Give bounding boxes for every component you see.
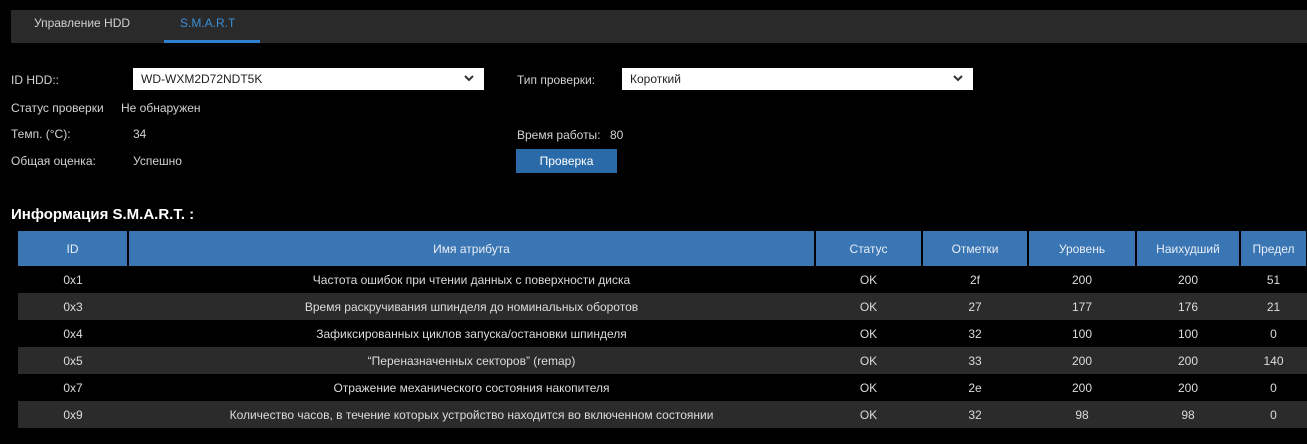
- cell-worst: 200: [1136, 266, 1240, 293]
- cell-attribute: Время раскручивания шпинделя до номиналь…: [128, 293, 815, 320]
- cell-id: 0x5: [18, 347, 128, 374]
- cell-marks: 2e: [922, 374, 1028, 401]
- cell-threshold: 21: [1240, 293, 1307, 320]
- cell-level: 200: [1028, 347, 1136, 374]
- cell-level: 200: [1028, 266, 1136, 293]
- cell-id: 0x1: [18, 266, 128, 293]
- cell-level: 177: [1028, 293, 1136, 320]
- cell-attribute: Отражение механического состояния накопи…: [128, 374, 815, 401]
- cell-threshold: 0: [1240, 374, 1307, 401]
- cell-attribute: Частота ошибок при чтении данных с повер…: [128, 266, 815, 293]
- check-type-select[interactable]: Короткий: [622, 68, 973, 90]
- uptime-label: Время работы:: [517, 128, 601, 142]
- cell-worst: 100: [1136, 320, 1240, 347]
- cell-status: OK: [815, 320, 922, 347]
- cell-attribute: Зафиксированных циклов запуска/остановки…: [128, 320, 815, 347]
- cell-worst: 200: [1136, 374, 1240, 401]
- check-status-value: Не обнаружен: [121, 101, 201, 115]
- hdd-id-value: WD-WXM2D72NDT5K: [141, 72, 263, 86]
- cell-threshold: 0: [1240, 401, 1307, 428]
- table-row: 0x5 “Переназначенных секторов” (remap) O…: [18, 347, 1307, 374]
- cell-marks: 32: [922, 320, 1028, 347]
- smart-info-title: Информация S.M.A.R.T. :: [11, 206, 195, 223]
- col-header-id: ID: [18, 231, 129, 266]
- cell-attribute: “Переназначенных секторов” (remap): [128, 347, 815, 374]
- overall-value: Успешно: [133, 154, 182, 168]
- cell-level: 200: [1028, 374, 1136, 401]
- col-header-worst: Наихудший: [1136, 231, 1241, 266]
- table-row: 0x9 Количество часов, в течение которых …: [18, 401, 1307, 428]
- temperature-label: Темп. (°C):: [11, 127, 71, 141]
- cell-status: OK: [815, 401, 922, 428]
- cell-level: 100: [1028, 320, 1136, 347]
- tab-hdd-management[interactable]: Управление HDD: [34, 10, 130, 43]
- smart-table: ID Имя атрибута Статус Отметки Уровень Н…: [18, 231, 1307, 428]
- cell-worst: 200: [1136, 347, 1240, 374]
- tab-smart[interactable]: S.M.A.R.T: [180, 10, 235, 43]
- col-header-status: Статус: [815, 231, 923, 266]
- uptime-value: 80: [610, 128, 624, 142]
- cell-status: OK: [815, 293, 922, 320]
- cell-id: 0x3: [18, 293, 128, 320]
- temperature-value: 34: [133, 127, 147, 141]
- cell-marks: 32: [922, 401, 1028, 428]
- hdd-id-select[interactable]: WD-WXM2D72NDT5K: [133, 68, 484, 90]
- cell-worst: 98: [1136, 401, 1240, 428]
- check-button[interactable]: Проверка: [516, 149, 617, 173]
- overall-label: Общая оценка:: [11, 154, 96, 168]
- cell-attribute: Количество часов, в течение которых устр…: [128, 401, 815, 428]
- table-row: 0x4 Зафиксированных циклов запуска/остан…: [18, 320, 1307, 347]
- cell-status: OK: [815, 374, 922, 401]
- cell-id: 0x7: [18, 374, 128, 401]
- col-header-marks: Отметки: [922, 231, 1029, 266]
- check-status-label: Статус проверки: [11, 101, 104, 115]
- cell-level: 98: [1028, 401, 1136, 428]
- check-type-value: Короткий: [630, 72, 681, 86]
- table-row: 0x7 Отражение механического состояния на…: [18, 374, 1307, 401]
- hdd-id-label: ID HDD::: [11, 73, 59, 87]
- chevron-down-icon: [464, 75, 474, 82]
- cell-status: OK: [815, 347, 922, 374]
- table-header-row: ID Имя атрибута Статус Отметки Уровень Н…: [18, 231, 1307, 266]
- cell-status: OK: [815, 266, 922, 293]
- cell-threshold: 140: [1240, 347, 1307, 374]
- cell-id: 0x9: [18, 401, 128, 428]
- cell-marks: 2f: [922, 266, 1028, 293]
- col-header-level: Уровень: [1028, 231, 1137, 266]
- cell-marks: 33: [922, 347, 1028, 374]
- cell-threshold: 0: [1240, 320, 1307, 347]
- tab-bar: Управление HDD S.M.A.R.T: [11, 10, 1307, 43]
- active-tab-indicator: [164, 40, 260, 43]
- check-type-label: Тип проверки:: [517, 73, 596, 87]
- cell-marks: 27: [922, 293, 1028, 320]
- col-header-threshold: Предел: [1240, 231, 1307, 266]
- col-header-attribute: Имя атрибута: [128, 231, 816, 266]
- chevron-down-icon: [953, 75, 963, 82]
- table-row: 0x1 Частота ошибок при чтении данных с п…: [18, 266, 1307, 293]
- cell-worst: 176: [1136, 293, 1240, 320]
- table-row: 0x3 Время раскручивания шпинделя до номи…: [18, 293, 1307, 320]
- cell-threshold: 51: [1240, 266, 1307, 293]
- cell-id: 0x4: [18, 320, 128, 347]
